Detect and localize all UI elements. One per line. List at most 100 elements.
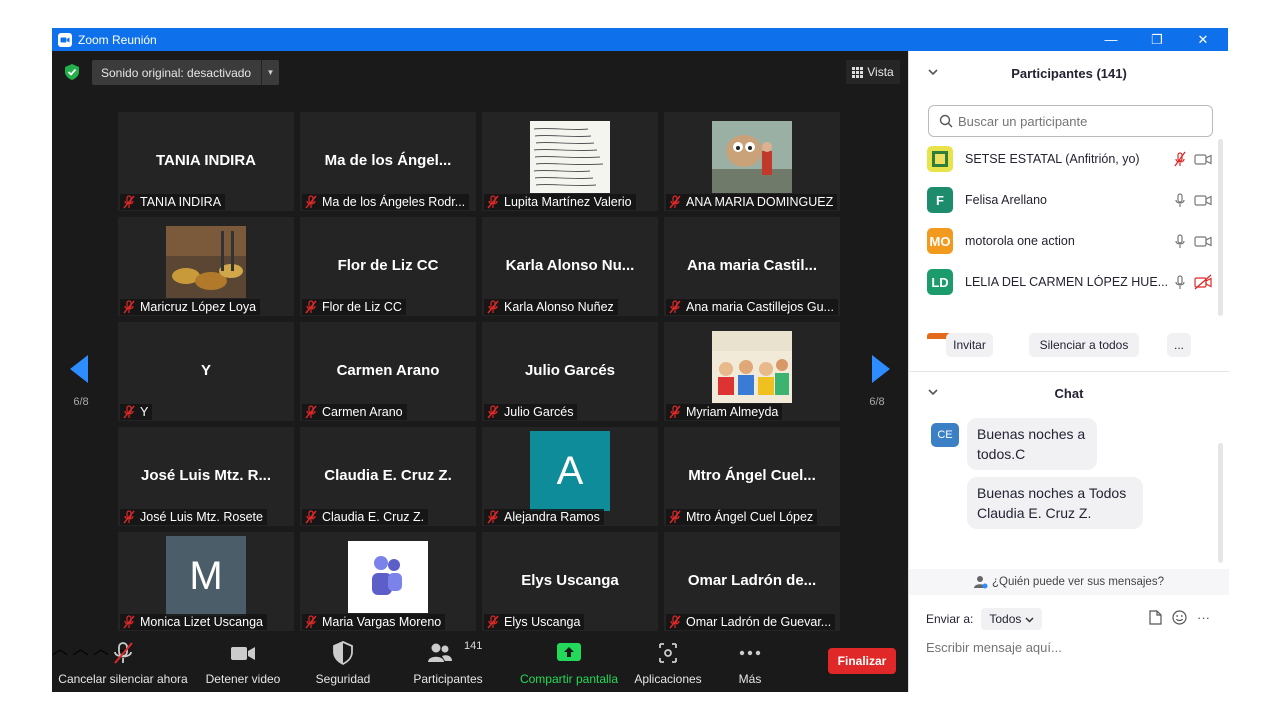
video-camera-icon[interactable] bbox=[1194, 233, 1212, 249]
mic-icon[interactable] bbox=[1172, 192, 1188, 208]
participants-scrollbar[interactable] bbox=[1218, 139, 1223, 316]
participant-row[interactable]: F Felisa Arellano bbox=[927, 183, 1212, 217]
muted-mic-icon bbox=[305, 405, 317, 419]
video-tile[interactable]: Maricruz López Loya bbox=[118, 217, 294, 316]
video-camera-icon[interactable] bbox=[1194, 192, 1212, 208]
prev-page-arrow-icon[interactable] bbox=[68, 353, 90, 385]
participant-search-input[interactable] bbox=[958, 113, 1198, 129]
muted-mic-icon bbox=[305, 300, 317, 314]
muted-mic-icon bbox=[487, 615, 499, 629]
chat-message-input[interactable] bbox=[926, 640, 1216, 655]
stop-video-button[interactable]: Detener video bbox=[198, 635, 288, 692]
participants-more-button[interactable]: ... bbox=[1167, 333, 1191, 357]
grid-icon bbox=[852, 66, 864, 78]
who-can-see-messages[interactable]: ¿Quién puede ver sus mensajes? bbox=[909, 569, 1229, 595]
teams-logo-image bbox=[348, 541, 428, 613]
end-meeting-button[interactable]: Finalizar bbox=[828, 648, 896, 674]
video-tile[interactable]: YY bbox=[118, 322, 294, 421]
tile-name-tag: Ana maria Castillejos Gu... bbox=[666, 299, 838, 315]
collapse-chevron-icon[interactable] bbox=[927, 386, 939, 398]
video-camera-icon[interactable] bbox=[1194, 151, 1212, 167]
muted-mic-icon[interactable] bbox=[1172, 151, 1188, 167]
participants-button[interactable]: 141 Participantes bbox=[404, 635, 492, 692]
participant-name: Myriam Almeyda bbox=[686, 405, 779, 419]
participants-label: Participantes bbox=[413, 672, 483, 686]
close-button[interactable]: ✕ bbox=[1180, 28, 1226, 51]
next-page-arrow-icon[interactable] bbox=[870, 353, 892, 385]
tile-name-tag: Mtro Ángel Cuel López bbox=[666, 509, 818, 525]
video-off-icon[interactable] bbox=[1194, 274, 1212, 290]
video-tile[interactable]: Karla Alonso Nu... Karla Alonso Nuñez bbox=[482, 217, 658, 316]
chat-message: Buenas noches a todos.C bbox=[967, 418, 1097, 470]
title-bar: Zoom Reunión — ❐ ✕ bbox=[52, 28, 1228, 51]
share-screen-button[interactable]: Compartir pantalla bbox=[514, 635, 624, 692]
chevron-down-icon[interactable]: ▼ bbox=[261, 60, 279, 85]
original-sound-button[interactable]: Sonido original: desactivado ▼ bbox=[92, 60, 279, 85]
video-tile[interactable]: Myriam Almeyda bbox=[664, 322, 840, 421]
participants-icon bbox=[428, 643, 452, 662]
tile-name-tag: Ma de los Ángeles Rodr... bbox=[302, 194, 470, 210]
stop-video-label: Detener video bbox=[205, 672, 281, 686]
unmute-button[interactable]: Cancelar silenciar ahora bbox=[58, 635, 188, 692]
video-tile[interactable]: Ana maria Castil... Ana maria Castillejos… bbox=[664, 217, 840, 316]
participant-row[interactable]: SETSE ESTATAL (Anfitrión, yo) bbox=[927, 142, 1212, 176]
view-button[interactable]: Vista bbox=[846, 60, 900, 84]
zoom-window: Zoom Reunión — ❐ ✕ Sonido original: desa… bbox=[52, 28, 1229, 692]
video-camera-icon bbox=[231, 647, 255, 660]
participant-name: Ma de los Ángeles Rodr... bbox=[322, 195, 466, 209]
emoji-icon[interactable] bbox=[1172, 610, 1187, 625]
muted-mic-icon bbox=[123, 300, 135, 314]
chat-message: Buenas noches a Todos Claudia E. Cruz Z. bbox=[967, 477, 1143, 529]
side-panel: Participantes (141) SETSE ESTATAL (Anfit… bbox=[908, 51, 1229, 692]
security-shield-icon bbox=[333, 641, 353, 665]
video-tile[interactable]: ANA MARIA DOMINGUEZ bbox=[664, 112, 840, 211]
unmute-label: Cancelar silenciar ahora bbox=[58, 672, 188, 686]
participant-name: LELIA DEL CARMEN LÓPEZ HUE... bbox=[965, 275, 1169, 289]
handwritten-note-image bbox=[530, 121, 610, 193]
muted-mic-icon bbox=[305, 510, 317, 524]
security-label: Seguridad bbox=[315, 672, 371, 686]
security-button[interactable]: Seguridad bbox=[302, 635, 384, 692]
file-icon[interactable] bbox=[1149, 610, 1162, 625]
video-tile[interactable]: TANIA INDIRA TANIA INDIRA bbox=[118, 112, 294, 211]
chat-more-button[interactable]: ··· bbox=[1197, 610, 1210, 625]
video-tile[interactable]: Lupita Martínez Valerio bbox=[482, 112, 658, 211]
apps-button[interactable]: Aplicaciones bbox=[630, 635, 706, 692]
video-tile[interactable]: Ma de los Ángel... Ma de los Ángeles Rodr… bbox=[300, 112, 476, 211]
video-tile[interactable]: Carmen Arano Carmen Arano bbox=[300, 322, 476, 421]
participant-row[interactable]: LD LELIA DEL CARMEN LÓPEZ HUE... bbox=[927, 265, 1212, 299]
avatar: CE bbox=[931, 423, 959, 447]
video-tile[interactable]: José Luis Mtz. R... José Luis Mtz. Rosete bbox=[118, 427, 294, 526]
tile-name-tag: Lupita Martínez Valerio bbox=[484, 194, 636, 210]
send-to-select[interactable]: Todos bbox=[981, 608, 1043, 630]
video-tile[interactable]: Maria Vargas Moreno bbox=[300, 532, 476, 631]
more-button[interactable]: Más bbox=[720, 635, 780, 692]
mute-all-button[interactable]: Silenciar a todos bbox=[1029, 333, 1139, 357]
muted-mic-icon bbox=[669, 405, 681, 419]
video-tile[interactable]: M Monica Lizet Uscanga bbox=[118, 532, 294, 631]
participant-search[interactable] bbox=[928, 105, 1213, 137]
video-tile[interactable]: Flor de Liz CC Flor de Liz CC bbox=[300, 217, 476, 316]
video-tile[interactable]: Claudia E. Cruz Z. Claudia E. Cruz Z. bbox=[300, 427, 476, 526]
chat-scrollbar[interactable] bbox=[1218, 443, 1223, 563]
encryption-shield-icon[interactable] bbox=[65, 64, 79, 80]
participant-name: Maria Vargas Moreno bbox=[322, 615, 442, 629]
participant-row[interactable]: MO motorola one action bbox=[927, 224, 1212, 258]
mic-icon[interactable] bbox=[1172, 274, 1188, 290]
minimize-button[interactable]: — bbox=[1088, 28, 1134, 51]
video-tile[interactable]: Elys Uscanga Elys Uscanga bbox=[482, 532, 658, 631]
collapse-chevron-icon[interactable] bbox=[927, 66, 939, 78]
food-photo-image bbox=[166, 226, 246, 298]
muted-mic-icon bbox=[487, 300, 499, 314]
video-tile[interactable]: Julio Garcés Julio Garcés bbox=[482, 322, 658, 421]
maximize-button[interactable]: ❐ bbox=[1134, 28, 1180, 51]
muted-mic-icon bbox=[669, 510, 681, 524]
video-tile[interactable]: A Alejandra Ramos bbox=[482, 427, 658, 526]
mic-icon[interactable] bbox=[1172, 233, 1188, 249]
video-tile[interactable]: Omar Ladrón de... Omar Ladrón de Guevar..… bbox=[664, 532, 840, 631]
invite-button[interactable]: Invitar bbox=[946, 333, 993, 357]
video-tile[interactable]: Mtro Ángel Cuel... Mtro Ángel Cuel López bbox=[664, 427, 840, 526]
tile-name-tag: Carmen Arano bbox=[302, 404, 407, 420]
tile-name-tag: Maria Vargas Moreno bbox=[302, 614, 446, 630]
tile-name-tag: Maricruz López Loya bbox=[120, 299, 261, 315]
